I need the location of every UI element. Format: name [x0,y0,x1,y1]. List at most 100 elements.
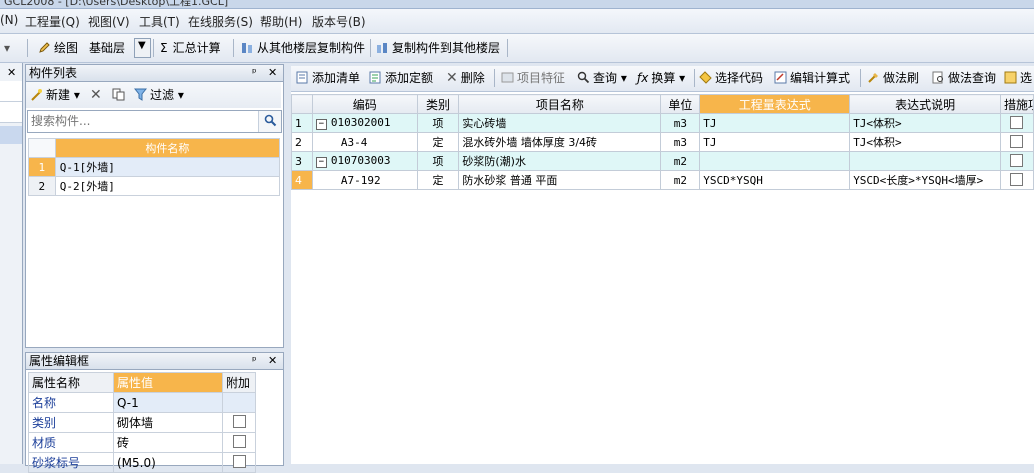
nav-item[interactable] [0,102,22,123]
table-row[interactable]: 2 A3-4 定 混水砖外墙 墙体厚度 3/4砖 m3 TJ TJ<体积> [291,132,1034,152]
more-icon [1004,71,1017,84]
delete-button[interactable]: ✕ 删除 [446,69,485,87]
query-label: 查询 [593,71,618,85]
search-input[interactable] [28,111,251,130]
menu-item-quantity[interactable]: 工程量(Q) [25,13,80,30]
method-query-button[interactable]: 做法查询 [932,69,996,87]
name-cell[interactable]: 实心砖墙 [458,113,662,133]
filter-label: 过滤 [150,88,175,102]
table-row[interactable]: 4 A7-192 定 防水砂浆 普通 平面 m2 YSCD*YSQH YSCD<… [291,170,1034,190]
component-name[interactable]: Q-1[外墙] [54,157,281,177]
table-row[interactable]: 1 −010302001 项 实心砖墙 m3 TJ TJ<体积> [291,113,1034,133]
measure-checkbox[interactable] [1010,172,1024,186]
close-icon[interactable]: ✕ [268,353,277,369]
delete-icon[interactable]: ✕ [90,86,102,104]
expr-cell[interactable] [699,151,851,171]
extra-checkbox[interactable] [232,455,246,468]
measure-cell [999,132,1034,152]
copy-doc-icon [112,88,125,101]
expr-cell[interactable]: TJ [699,132,851,152]
close-icon[interactable]: ✕ [268,65,277,81]
floor-select-arrow[interactable]: ▼ [134,38,151,58]
type-cell[interactable]: 项 [416,113,460,133]
query-button[interactable]: 查询 ▾ [577,69,627,87]
nav-item-selected[interactable] [0,126,22,144]
measure-checkbox[interactable] [1010,134,1024,148]
extra-checkbox[interactable] [232,435,246,448]
table-row[interactable]: 2 Q-2[外墙] [28,176,281,196]
add-list-button[interactable]: 添加清单 [296,69,360,87]
menu-item-view[interactable]: 视图(V) [88,13,130,30]
measure-checkbox[interactable] [1010,153,1024,167]
unit-cell[interactable]: m3 [660,113,701,133]
filter-button[interactable]: 过滤 ▾ [134,86,184,104]
new-component-button[interactable]: 新建 ▾ [30,86,80,104]
expr-cell[interactable]: YSCD*YSQH [699,170,851,190]
edit-formula-icon [774,71,787,84]
component-name[interactable]: Q-2[外墙] [54,176,281,196]
add-quota-button[interactable]: 添加定额 [369,69,433,87]
select-code-label: 选择代码 [715,71,764,85]
more-button[interactable]: 选 [1004,69,1032,87]
search-bar [27,110,282,133]
name-cell[interactable]: 防水砂浆 普通 平面 [458,170,662,190]
table-row[interactable]: 1 Q-1[外墙] [28,157,281,177]
copy-from-floor-button[interactable]: 从其他楼层复制构件 [241,39,365,57]
table-row[interactable]: 3 −010703003 项 砂浆防(潮)水 m2 [291,151,1034,171]
menu-item-version[interactable]: 版本号(B) [312,13,366,30]
measure-cell [999,113,1034,133]
draw-label: 绘图 [54,41,79,55]
property-value[interactable]: Q-1 [113,392,223,413]
type-cell[interactable]: 定 [416,132,460,152]
code-cell[interactable]: A7-192 [311,170,418,190]
extra-checkbox[interactable] [232,415,246,428]
code-cell[interactable]: −010302001 [311,113,418,133]
copy-to-label: 复制构件到其他楼层 [392,41,501,55]
unit-cell[interactable]: m3 [660,132,701,152]
sum-calc-button[interactable]: Σ 汇总计算 [160,39,221,57]
type-cell[interactable]: 定 [416,170,460,190]
unit-cell[interactable]: m2 [660,151,701,171]
table-row: 名称 Q-1 [28,392,256,413]
pin-icon[interactable]: ᵖ [252,65,257,81]
convert-button[interactable]: ƒx 换算 ▾ [637,69,685,87]
pin-icon[interactable]: ᵖ [252,353,257,369]
collapse-icon[interactable]: − [315,157,327,168]
new-icon [31,89,42,101]
name-cell[interactable]: 混水砖外墙 墙体厚度 3/4砖 [458,132,662,152]
menu-item-n[interactable]: (N) [0,13,18,27]
item-feature-button[interactable]: 项目特征 [501,69,565,87]
toolbar-dropdown-icon[interactable]: ▾ [4,39,10,57]
menu-item-online[interactable]: 在线服务(S) [188,13,253,30]
type-cell[interactable]: 项 [416,151,460,171]
code-cell[interactable]: A3-4 [311,132,418,152]
property-extra [222,392,256,413]
measure-checkbox[interactable] [1010,115,1024,129]
extra-checkbox-cell [222,412,256,433]
property-value[interactable]: 砖 [113,432,223,453]
select-code-button[interactable]: 选择代码 [699,69,763,87]
code-cell[interactable]: −010703003 [311,151,418,171]
unit-cell[interactable]: m2 [660,170,701,190]
delete-label: 删除 [460,71,485,85]
search-icon[interactable] [258,111,281,132]
copy-to-floor-button[interactable]: 复制构件到其他楼层 [376,39,500,57]
nav-item[interactable] [0,81,22,102]
toolbar-separator [27,39,28,57]
draw-button[interactable]: 绘图 [38,39,78,57]
property-value[interactable]: (M5.0) [113,452,223,473]
method-brush-button[interactable]: 做法刷 [867,69,919,87]
name-cell[interactable]: 砂浆防(潮)水 [458,151,662,171]
property-value[interactable]: 砌体墙 [113,412,223,433]
menu-item-help[interactable]: 帮助(H) [260,13,302,30]
edit-formula-button[interactable]: 编辑计算式 [774,69,850,87]
menu-item-tools[interactable]: 工具(T) [139,13,180,30]
close-icon[interactable]: ✕ [7,66,16,79]
collapse-icon[interactable]: − [315,119,327,130]
expr-cell[interactable]: TJ [699,113,851,133]
code-text: 010302001 [330,116,391,129]
add-quota-label: 添加定额 [385,71,434,85]
copy-icon[interactable] [112,86,128,104]
floor-label: 基础层 [89,41,126,55]
row-number: 1 [28,157,56,177]
